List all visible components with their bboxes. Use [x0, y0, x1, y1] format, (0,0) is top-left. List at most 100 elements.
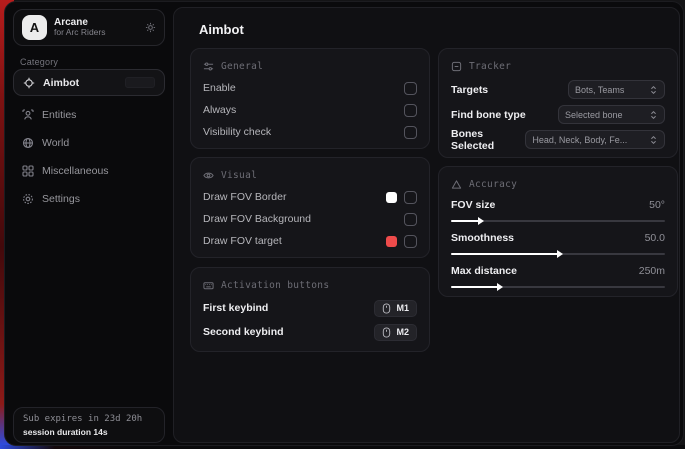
brand-subtitle: for Arc Riders [54, 28, 138, 38]
bones-selected-dropdown[interactable]: Head, Neck, Body, Fe... [525, 130, 665, 149]
app-logo: A [22, 15, 47, 40]
dropdown-value: Selected bone [565, 110, 645, 120]
max-distance-slider[interactable] [451, 286, 665, 288]
eye-icon [203, 170, 214, 181]
second-keybind-button[interactable]: M2 [374, 324, 417, 341]
card-tracker-header: Tracker [451, 58, 665, 74]
setting-label: Always [203, 104, 236, 116]
keyboard-icon [203, 280, 214, 291]
targets-dropdown[interactable]: Bots, Teams [568, 80, 665, 99]
enable-checkbox[interactable] [404, 82, 417, 95]
sidebar-item-label: Entities [42, 109, 76, 121]
card-general: General Enable Always Visibility check [190, 48, 430, 149]
setting-row-fov-background: Draw FOV Background [203, 208, 417, 230]
slider-group-fov-size: FOV size 50° [451, 195, 665, 222]
brand-text: Arcane for Arc Riders [54, 17, 138, 38]
card-visual: Visual Draw FOV Border Draw FOV Backgrou… [190, 157, 430, 258]
setting-row-visibility-check: Visibility check [203, 121, 417, 143]
sidebar-item-entities[interactable]: Entities [13, 103, 165, 127]
settings-gear-icon[interactable] [145, 22, 156, 33]
slider-value: 50.0 [645, 232, 665, 244]
setting-row-second-keybind: Second keybind M2 [203, 320, 417, 344]
page-title: Aimbot [199, 22, 244, 37]
crosshair-icon [23, 77, 35, 89]
globe-icon [22, 137, 34, 149]
fov-size-slider[interactable] [451, 220, 665, 222]
setting-label: Draw FOV target [203, 235, 282, 247]
triangle-icon [451, 179, 462, 190]
app-window: A Arcane for Arc Riders Category Aimbot [4, 1, 684, 446]
card-activation-buttons: Activation buttons First keybind M1 Seco… [190, 267, 430, 352]
aimbot-hotkey-badge [125, 77, 155, 88]
main-panel: Aimbot General Enable Always [173, 7, 680, 443]
setting-row-targets: Targets Bots, Teams [451, 77, 665, 102]
dropdown-value: Head, Neck, Body, Fe... [532, 135, 645, 145]
fov-target-color-swatch[interactable] [386, 236, 397, 247]
grid-icon [22, 165, 34, 177]
slider-label: Smoothness [451, 232, 514, 244]
sidebar-item-settings[interactable]: Settings [13, 187, 165, 211]
slider-value: 50° [649, 199, 665, 211]
setting-label: Enable [203, 82, 236, 94]
sidebar-item-world[interactable]: World [13, 131, 165, 155]
keybind-value: M1 [396, 303, 409, 313]
keybind-value: M2 [396, 327, 409, 337]
setting-row-first-keybind: First keybind M1 [203, 296, 417, 320]
slider-value: 250m [639, 265, 665, 277]
sub-expires-text: Sub expires in 23d 20h [23, 414, 155, 424]
card-accuracy-header: Accuracy [451, 176, 665, 192]
chevrons-up-down-icon [649, 135, 658, 145]
card-title: Activation buttons [221, 280, 329, 291]
sliders-icon [203, 61, 214, 72]
slider-thumb[interactable] [478, 217, 484, 225]
chevrons-up-down-icon [649, 85, 658, 95]
setting-label: Bones Selected [451, 128, 525, 152]
dropdown-value: Bots, Teams [575, 85, 645, 95]
setting-label: Targets [451, 84, 488, 96]
card-visual-header: Visual [203, 167, 417, 183]
subscription-card: Sub expires in 23d 20h session duration … [13, 407, 165, 443]
mouse-icon [382, 327, 391, 338]
always-checkbox[interactable] [404, 104, 417, 117]
visibility-check-checkbox[interactable] [404, 126, 417, 139]
find-bone-type-dropdown[interactable]: Selected bone [558, 105, 665, 124]
sidebar-item-label: Aimbot [43, 77, 79, 89]
sidebar-item-label: World [42, 137, 69, 149]
first-keybind-button[interactable]: M1 [374, 300, 417, 317]
card-title: Tracker [469, 61, 511, 72]
scan-icon [451, 61, 462, 72]
sidebar-item-aimbot[interactable]: Aimbot [13, 69, 165, 96]
sidebar-item-label: Miscellaneous [42, 165, 109, 177]
mouse-icon [382, 303, 391, 314]
setting-label: Find bone type [451, 109, 526, 121]
fov-target-checkbox[interactable] [404, 235, 417, 248]
setting-row-enable: Enable [203, 77, 417, 99]
card-general-header: General [203, 58, 417, 74]
setting-row-fov-border: Draw FOV Border [203, 186, 417, 208]
sidebar-item-miscellaneous[interactable]: Miscellaneous [13, 159, 165, 183]
slider-thumb[interactable] [557, 250, 563, 258]
category-label: Category [20, 57, 58, 67]
slider-group-max-distance: Max distance 250m [451, 261, 665, 288]
slider-thumb[interactable] [497, 283, 503, 291]
slider-label: FOV size [451, 199, 495, 211]
fov-border-checkbox[interactable] [404, 191, 417, 204]
entities-icon [22, 109, 34, 121]
gear-icon [22, 193, 34, 205]
setting-label: Second keybind [203, 326, 284, 338]
fov-border-color-swatch[interactable] [386, 192, 397, 203]
sidebar-item-label: Settings [42, 193, 80, 205]
fov-background-checkbox[interactable] [404, 213, 417, 226]
setting-row-fov-target: Draw FOV target [203, 230, 417, 252]
setting-row-always: Always [203, 99, 417, 121]
card-tracker: Tracker Targets Bots, Teams Find bone ty… [438, 48, 678, 158]
setting-label: Draw FOV Background [203, 213, 311, 225]
chevrons-up-down-icon [649, 110, 658, 120]
slider-group-smoothness: Smoothness 50.0 [451, 228, 665, 255]
setting-label: Visibility check [203, 126, 271, 138]
smoothness-slider[interactable] [451, 253, 665, 255]
slider-label: Max distance [451, 265, 517, 277]
setting-row-find-bone-type: Find bone type Selected bone [451, 102, 665, 127]
setting-label: First keybind [203, 302, 268, 314]
card-accuracy: Accuracy FOV size 50° Smoothness 50.0 [438, 166, 678, 297]
